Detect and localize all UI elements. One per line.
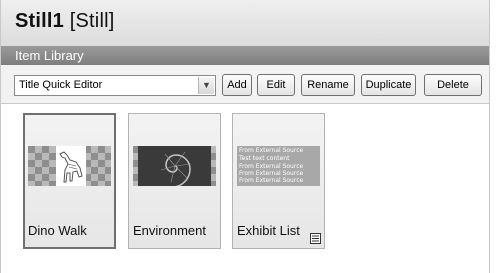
text-list-thumbnail: From External Source Test text content F… xyxy=(237,146,320,186)
item-label: Environment xyxy=(133,223,206,238)
library-item-exhibit-list[interactable]: From External Source Test text content F… xyxy=(232,113,325,249)
editor-select[interactable]: Title Quick Editor ▼ xyxy=(14,75,216,96)
item-library-header: Item Library xyxy=(1,46,489,65)
duplicate-button[interactable]: Duplicate xyxy=(361,74,416,96)
nautilus-shell-thumbnail xyxy=(133,146,216,186)
item-label: Dino Walk xyxy=(28,223,87,238)
thumb-text-line: From External Source xyxy=(239,177,304,184)
editor-select-value: Title Quick Editor xyxy=(19,79,103,91)
title-bar: Still1 [Still] xyxy=(1,0,489,46)
still-editor-window: Still1 [Still] Item Library Title Quick … xyxy=(0,0,490,273)
thumb-text-line: Test text content xyxy=(239,155,290,162)
rename-button[interactable]: Rename xyxy=(301,74,355,96)
window-title-type: [Still] xyxy=(64,10,115,32)
thumb-text-line: From External Source xyxy=(239,147,304,154)
thumb-text-line: From External Source xyxy=(239,170,304,177)
document-icon[interactable] xyxy=(310,231,321,244)
library-toolbar: Title Quick Editor ▼ Add Edit Rename Dup… xyxy=(1,65,489,104)
dinosaur-icon xyxy=(56,146,86,186)
thumb-text-line: From External Source xyxy=(239,163,304,170)
window-title-name: Still1 xyxy=(15,10,64,32)
add-button[interactable]: Add xyxy=(222,74,252,96)
dinosaur-skeleton-thumbnail xyxy=(28,146,111,186)
window-title: Still1 [Still] xyxy=(15,10,115,33)
nautilus-icon xyxy=(138,146,211,186)
delete-button[interactable]: Delete xyxy=(424,74,482,96)
item-library-grid: Dino Walk Environment From External Sour… xyxy=(1,104,489,273)
edit-button[interactable]: Edit xyxy=(257,74,295,96)
chevron-down-icon[interactable]: ▼ xyxy=(198,77,214,94)
library-item-environment[interactable]: Environment xyxy=(128,113,221,249)
item-label: Exhibit List xyxy=(237,223,300,238)
library-item-dino-walk[interactable]: Dino Walk xyxy=(23,113,116,249)
